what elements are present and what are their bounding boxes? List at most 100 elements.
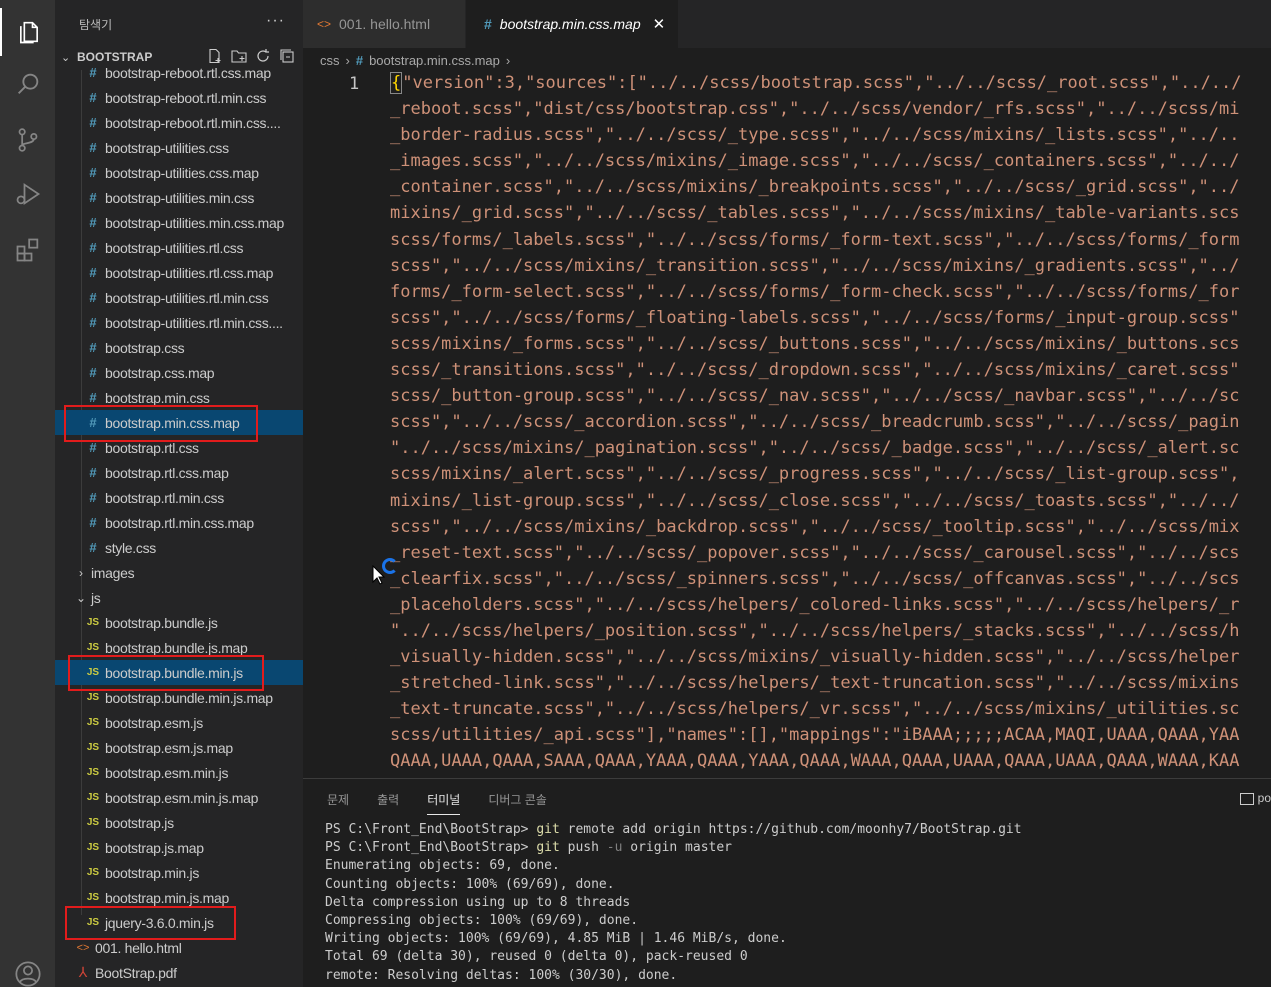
file-tree-item[interactable]: # bootstrap-reboot.rtl.min.css — [55, 85, 303, 110]
terminal-output[interactable]: PS C:\Front_End\BootStrap> git remote ad… — [325, 821, 1022, 985]
source-control-icon[interactable] — [0, 116, 55, 164]
mouse-pointer-icon — [372, 565, 386, 585]
file-tree-item[interactable]: # bootstrap-reboot.rtl.min.css.... — [55, 110, 303, 135]
file-tree-item-label: bootstrap.bundle.min.js.map — [105, 689, 273, 706]
css-file-icon: # — [484, 16, 492, 32]
file-tree-item-label: bootstrap.esm.js.map — [105, 739, 233, 756]
css-file-icon: # — [89, 140, 97, 155]
code-editor[interactable]: 1 {"version":3,"sources":["../../scss/bo… — [303, 70, 1271, 778]
tab-bootstrap-min-css-map[interactable]: # bootstrap.min.css.map ✕ — [466, 0, 678, 48]
search-icon[interactable] — [0, 60, 55, 108]
css-file-icon: # — [89, 440, 97, 455]
css-file-icon: # — [89, 515, 97, 530]
line-number: 1 — [349, 74, 360, 94]
file-tree-item-label: bootstrap-utilities.css — [105, 139, 229, 156]
tab-hello-html[interactable]: <> 001. hello.html — [303, 0, 465, 48]
file-tree-item[interactable]: JS bootstrap.js.map — [55, 835, 303, 860]
tab-label: bootstrap.min.css.map — [499, 16, 641, 32]
code-line: _reboot.scss","dist/css/bootstrap.css","… — [390, 99, 1240, 120]
file-tree-item[interactable]: # bootstrap.css.map — [55, 360, 303, 385]
file-tree-item[interactable]: JS bootstrap.esm.js.map — [55, 735, 303, 760]
breadcrumb-file[interactable]: bootstrap.min.css.map — [369, 53, 500, 68]
file-tree-item-label: bootstrap.rtl.min.css — [105, 489, 224, 506]
code-line: _reset-text.scss","../../scss/_popover.s… — [390, 542, 1240, 563]
file-tree-item[interactable]: # bootstrap-utilities.css — [55, 135, 303, 160]
file-tree-item[interactable]: # style.css — [55, 535, 303, 560]
css-file-icon: # — [89, 390, 97, 405]
file-tree-item[interactable]: JS bootstrap.esm.min.js — [55, 760, 303, 785]
js-file-icon: JS — [86, 817, 100, 828]
terminal-command: git — [536, 840, 560, 856]
breadcrumb-folder[interactable]: css — [320, 53, 340, 68]
account-icon[interactable] — [0, 950, 55, 987]
css-file-icon: # — [89, 340, 97, 355]
extensions-icon[interactable] — [0, 226, 55, 274]
code-line: scss/_transitions.scss","../../scss/_dro… — [390, 360, 1240, 381]
file-tree-item[interactable]: # bootstrap-utilities.rtl.min.css — [55, 285, 303, 310]
code-line: "../../scss/mixins/_pagination.scss","..… — [390, 438, 1240, 459]
explorer-icon[interactable] — [0, 8, 55, 56]
css-file-icon: # — [89, 115, 97, 130]
terminal-line: PS C:\Front_End\BootStrap> git remote ad… — [325, 822, 1022, 837]
more-actions-icon[interactable]: ··· — [266, 12, 285, 30]
tab-terminal[interactable]: 터미널 — [427, 791, 461, 815]
file-tree-item[interactable]: # bootstrap-utilities.rtl.min.css.... — [55, 310, 303, 335]
js-file-icon: JS — [86, 692, 100, 703]
file-tree-item[interactable]: JS bootstrap.min.js — [55, 860, 303, 885]
css-file-icon: # — [89, 215, 97, 230]
file-tree-item[interactable]: JS bootstrap.js — [55, 810, 303, 835]
file-tree-item[interactable]: # bootstrap.rtl.min.css — [55, 485, 303, 510]
file-tree-item-label: style.css — [105, 539, 156, 556]
chevron-right-icon: › — [79, 565, 83, 580]
file-tree-item[interactable]: # bootstrap-utilities.css.map — [55, 160, 303, 185]
file-tree-item[interactable]: # bootstrap-utilities.min.css — [55, 185, 303, 210]
file-tree-item-label: bootstrap-utilities.css.map — [105, 164, 259, 181]
css-file-icon: # — [89, 65, 97, 80]
code-line: _placeholders.scss","../../scss/helpers/… — [390, 594, 1240, 615]
tab-output[interactable]: 출력 — [377, 791, 399, 815]
terminal-line: remote: Resolving deltas: 100% (30/30), … — [325, 967, 678, 983]
file-tree-item-label: bootstrap.js.map — [105, 839, 204, 856]
code-line: _images.scss","../../scss/mixins/_image.… — [390, 151, 1240, 172]
file-tree-item-label: 001. hello.html — [95, 939, 182, 956]
file-tree-item[interactable]: # bootstrap.rtl.css.map — [55, 460, 303, 485]
css-file-icon: # — [89, 90, 97, 105]
code-content[interactable]: {"version":3,"sources":["../../scss/boot… — [390, 70, 1271, 775]
css-file-icon: # — [89, 165, 97, 180]
code-line: forms/_form-select.scss","../../scss/for… — [390, 281, 1240, 302]
terminal-icon — [1239, 792, 1254, 805]
code-line: mixins/_grid.scss","../../scss/_tables.s… — [390, 203, 1240, 224]
tab-debug-console[interactable]: 디버그 콘솔 — [488, 791, 547, 815]
file-tree-item[interactable]: # bootstrap-utilities.rtl.css — [55, 235, 303, 260]
code-line: scss","../../scss/mixins/_transition.scs… — [390, 255, 1240, 276]
file-tree-item[interactable]: # bootstrap.rtl.min.css.map — [55, 510, 303, 535]
js-file-icon: JS — [86, 792, 100, 803]
file-tree-item-label: bootstrap.esm.js — [105, 714, 203, 731]
file-tree-item[interactable]: # bootstrap-utilities.min.css.map — [55, 210, 303, 235]
code-line: "../../scss/helpers/_position.scss","../… — [390, 620, 1240, 641]
pdf-file-icon: ⅄ — [78, 964, 88, 980]
file-tree-item-label: BootStrap.pdf — [95, 964, 177, 981]
close-icon[interactable]: ✕ — [653, 15, 666, 33]
css-file-icon: # — [89, 490, 97, 505]
terminal-selector[interactable]: po — [1239, 791, 1271, 805]
file-tree-item[interactable]: › images — [55, 560, 303, 585]
file-tree-item[interactable]: # bootstrap-utilities.rtl.css.map — [55, 260, 303, 285]
file-tree-item-label: bootstrap.css.map — [105, 364, 215, 381]
file-tree-item[interactable]: JS bootstrap.esm.min.js.map — [55, 785, 303, 810]
file-tree-item[interactable]: ⌄ js — [55, 585, 303, 610]
file-tree-item[interactable]: # bootstrap.css — [55, 335, 303, 360]
file-tree-item[interactable]: ⅄ BootStrap.pdf — [55, 960, 303, 985]
file-tree-item[interactable]: # bootstrap-reboot.rtl.css.map — [55, 60, 303, 85]
file-tree-item[interactable]: JS bootstrap.bundle.js — [55, 610, 303, 635]
file-tree-item-label: bootstrap-utilities.rtl.min.css.... — [105, 314, 283, 331]
terminal-command: git — [536, 822, 560, 837]
terminal-line: Enumerating objects: 69, done. — [325, 858, 560, 874]
file-tree-item-label: bootstrap-utilities.rtl.css.map — [105, 264, 274, 281]
file-tree-item[interactable]: JS bootstrap.esm.js — [55, 710, 303, 735]
tab-problems[interactable]: 문제 — [327, 791, 349, 815]
breadcrumb-separator: › — [505, 52, 511, 68]
file-tree-item-label: bootstrap.bundle.js — [105, 614, 218, 631]
file-tree-item-label: bootstrap-utilities.rtl.min.css — [105, 289, 269, 306]
run-debug-icon[interactable] — [0, 170, 55, 218]
